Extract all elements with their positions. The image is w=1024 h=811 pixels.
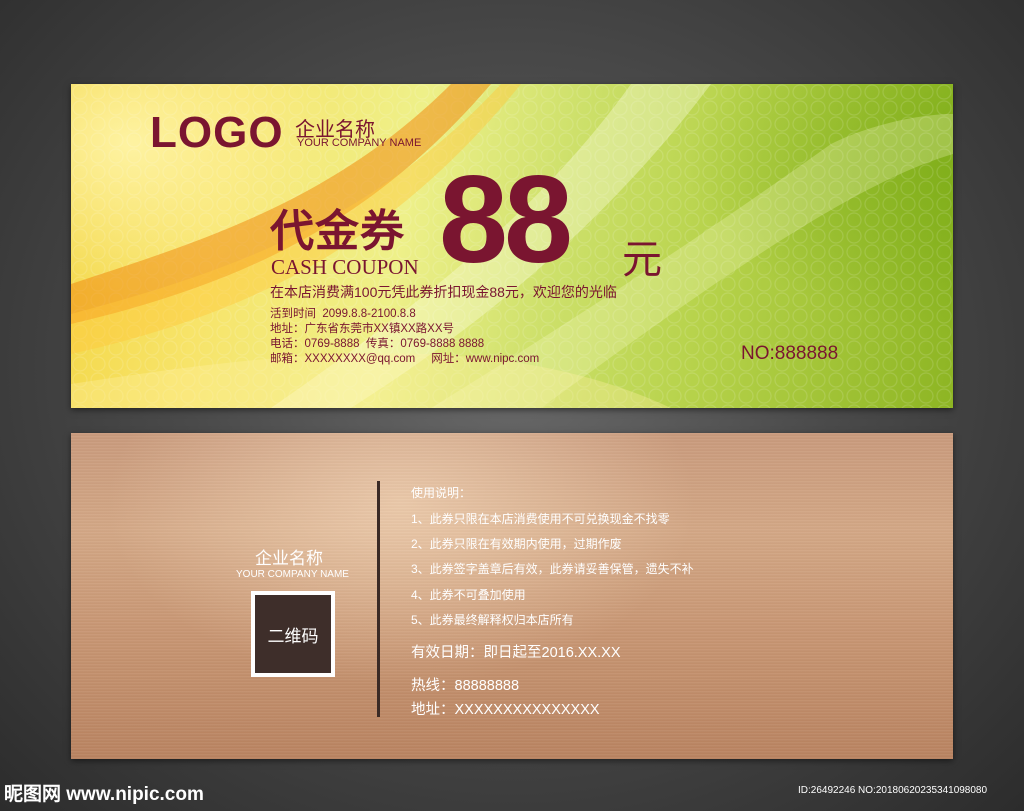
valid-date: 有效日期：即日起至2016.XX.XX bbox=[411, 645, 621, 661]
rule-item: 4、此券不可叠加使用 bbox=[411, 588, 526, 602]
vertical-divider bbox=[377, 481, 380, 717]
logo: LOGO bbox=[150, 108, 284, 157]
back-company-name-cn: 企业名称 bbox=[255, 549, 323, 568]
watermark-site: 昵图网 www.nipic.com bbox=[4, 784, 204, 805]
rule-item: 2、此券只限在有效期内使用，过期作废 bbox=[411, 537, 622, 551]
hotline: 热线：88888888 bbox=[411, 678, 520, 694]
rule-item: 5、此券最终解释权归本店所有 bbox=[411, 613, 574, 627]
rule-item: 1、此券只限在本店消费使用不可兑换现金不找零 bbox=[411, 512, 670, 526]
back-address: 地址：XXXXXXXXXXXXXXX bbox=[411, 702, 600, 718]
coupon-front: LOGO 企业名称 YOUR COMPANY NAME 代金券 CASH COU… bbox=[71, 84, 953, 408]
front-email-website: 邮箱：XXXXXXXX@qq.com 网址：www.nipc.com bbox=[270, 353, 540, 365]
usage-title: 使用说明： bbox=[411, 486, 472, 500]
coupon-back: 企业名称 YOUR COMPANY NAME 二维码 使用说明： 1、此券只限在… bbox=[71, 433, 953, 759]
front-address: 地址：广东省东莞市XX镇XX路XX号 bbox=[270, 323, 455, 335]
rule-item: 3、此券签字盖章后有效，此券请妥善保管，遗失不补 bbox=[411, 562, 694, 576]
currency-unit: 元 bbox=[622, 237, 662, 283]
back-company-name-en: YOUR COMPANY NAME bbox=[236, 569, 349, 580]
coupon-number: NO:888888 bbox=[741, 343, 839, 364]
watermark-id: ID:26492246 NO:20180620235341098080 bbox=[798, 785, 988, 796]
coupon-description: 在本店消费满100元凭此券折扣现金88元，欢迎您的光临 bbox=[270, 284, 617, 300]
qr-code-label: 二维码 bbox=[267, 626, 319, 646]
coupon-canvas: { "front": { "logo": "LOGO", "company_cn… bbox=[0, 0, 1024, 811]
qr-code-placeholder: 二维码 bbox=[251, 591, 335, 677]
coupon-title-cn: 代金券 bbox=[270, 206, 405, 257]
coupon-amount: 88 bbox=[439, 151, 573, 289]
coupon-title-en: CASH COUPON bbox=[271, 255, 419, 279]
front-phone-fax: 电话：0769-8888 传真：0769-8888 8888 bbox=[270, 338, 485, 350]
activity-time: 活到时间 2099.8.8-2100.8.8 bbox=[270, 308, 416, 320]
company-name-en: YOUR COMPANY NAME bbox=[297, 137, 422, 149]
